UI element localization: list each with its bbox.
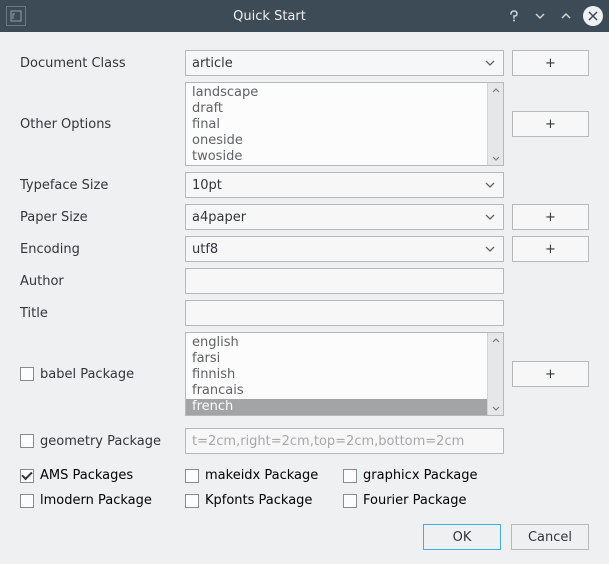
ams-label: AMS Packages [40, 468, 133, 483]
babel-label: babel Package [40, 367, 134, 382]
document-class-add-button[interactable]: + [512, 50, 589, 76]
cancel-button[interactable]: Cancel [511, 524, 589, 550]
geometry-checkbox[interactable]: geometry Package [20, 434, 185, 449]
checkbox-box [20, 494, 34, 508]
checkbox-box [343, 494, 357, 508]
geometry-label: geometry Package [40, 434, 161, 449]
ok-button[interactable]: OK [423, 524, 501, 550]
dialog-content: Document Class article + Other Options l… [0, 32, 609, 564]
encoding-combo[interactable]: utf8 [185, 236, 504, 262]
author-input[interactable] [185, 268, 504, 294]
list-item[interactable]: oneside [186, 133, 503, 149]
list-item[interactable]: twoside [186, 149, 503, 165]
encoding-value: utf8 [192, 242, 218, 257]
makeidx-checkbox[interactable]: makeidx Package [185, 468, 343, 483]
document-class-label: Document Class [20, 56, 185, 71]
paper-size-value: a4paper [192, 210, 246, 225]
graphicx-label: graphicx Package [363, 468, 478, 483]
document-class-combo[interactable]: article [185, 50, 504, 76]
minimize-icon[interactable] [531, 7, 549, 25]
list-item[interactable]: french [186, 399, 503, 415]
other-options-add-button[interactable]: + [512, 111, 589, 137]
maximize-icon[interactable] [557, 7, 575, 25]
makeidx-label: makeidx Package [205, 468, 318, 483]
scrollbar[interactable] [487, 333, 503, 415]
paper-size-add-button[interactable]: + [512, 204, 589, 230]
lmodern-checkbox[interactable]: lmodern Package [20, 493, 185, 508]
kpfonts-checkbox[interactable]: Kpfonts Package [185, 493, 343, 508]
typeface-size-value: 10pt [192, 178, 222, 193]
graphicx-checkbox[interactable]: graphicx Package [343, 468, 589, 483]
scroll-down-icon[interactable] [488, 401, 503, 415]
other-options-label: Other Options [20, 117, 185, 132]
list-item[interactable]: landscape [186, 85, 503, 101]
paper-size-label: Paper Size [20, 210, 185, 225]
geometry-input[interactable] [185, 428, 504, 454]
title-input[interactable] [185, 300, 504, 326]
fourier-label: Fourier Package [363, 493, 467, 508]
title-label: Title [20, 306, 185, 321]
chevron-down-icon [485, 214, 495, 220]
list-item[interactable]: farsi [186, 351, 503, 367]
author-label: Author [20, 274, 185, 289]
encoding-label: Encoding [20, 242, 185, 257]
scroll-up-icon[interactable] [488, 333, 503, 347]
checkbox-box [20, 367, 34, 381]
chevron-down-icon [485, 182, 495, 188]
babel-add-button[interactable]: + [512, 361, 589, 387]
ams-checkbox[interactable]: AMS Packages [20, 468, 185, 483]
close-icon[interactable] [583, 6, 603, 26]
paper-size-combo[interactable]: a4paper [185, 204, 504, 230]
lmodern-label: lmodern Package [40, 493, 152, 508]
checkbox-box [20, 469, 34, 483]
list-item[interactable]: final [186, 117, 503, 133]
list-item[interactable]: francais [186, 383, 503, 399]
app-icon [6, 6, 26, 26]
typeface-size-combo[interactable]: 10pt [185, 172, 504, 198]
typeface-size-label: Typeface Size [20, 178, 185, 193]
checkbox-box [185, 494, 199, 508]
other-options-list[interactable]: landscapedraftfinalonesidetwoside [185, 82, 504, 166]
fourier-checkbox[interactable]: Fourier Package [343, 493, 589, 508]
encoding-add-button[interactable]: + [512, 236, 589, 262]
chevron-down-icon [485, 246, 495, 252]
checkbox-box [185, 469, 199, 483]
help-icon[interactable] [505, 7, 523, 25]
scroll-up-icon[interactable] [488, 83, 503, 97]
babel-checkbox[interactable]: babel Package [20, 367, 185, 382]
checkbox-box [20, 434, 34, 448]
checkbox-box [343, 469, 357, 483]
document-class-value: article [192, 56, 233, 71]
babel-language-list[interactable]: englishfarsifinnishfrancaisfrench [185, 332, 504, 416]
window-title: Quick Start [34, 9, 505, 24]
scroll-down-icon[interactable] [488, 151, 503, 165]
kpfonts-label: Kpfonts Package [205, 493, 312, 508]
scrollbar[interactable] [487, 83, 503, 165]
chevron-down-icon [485, 60, 495, 66]
list-item[interactable]: draft [186, 101, 503, 117]
titlebar: Quick Start [0, 0, 609, 32]
list-item[interactable]: finnish [186, 367, 503, 383]
list-item[interactable]: english [186, 335, 503, 351]
